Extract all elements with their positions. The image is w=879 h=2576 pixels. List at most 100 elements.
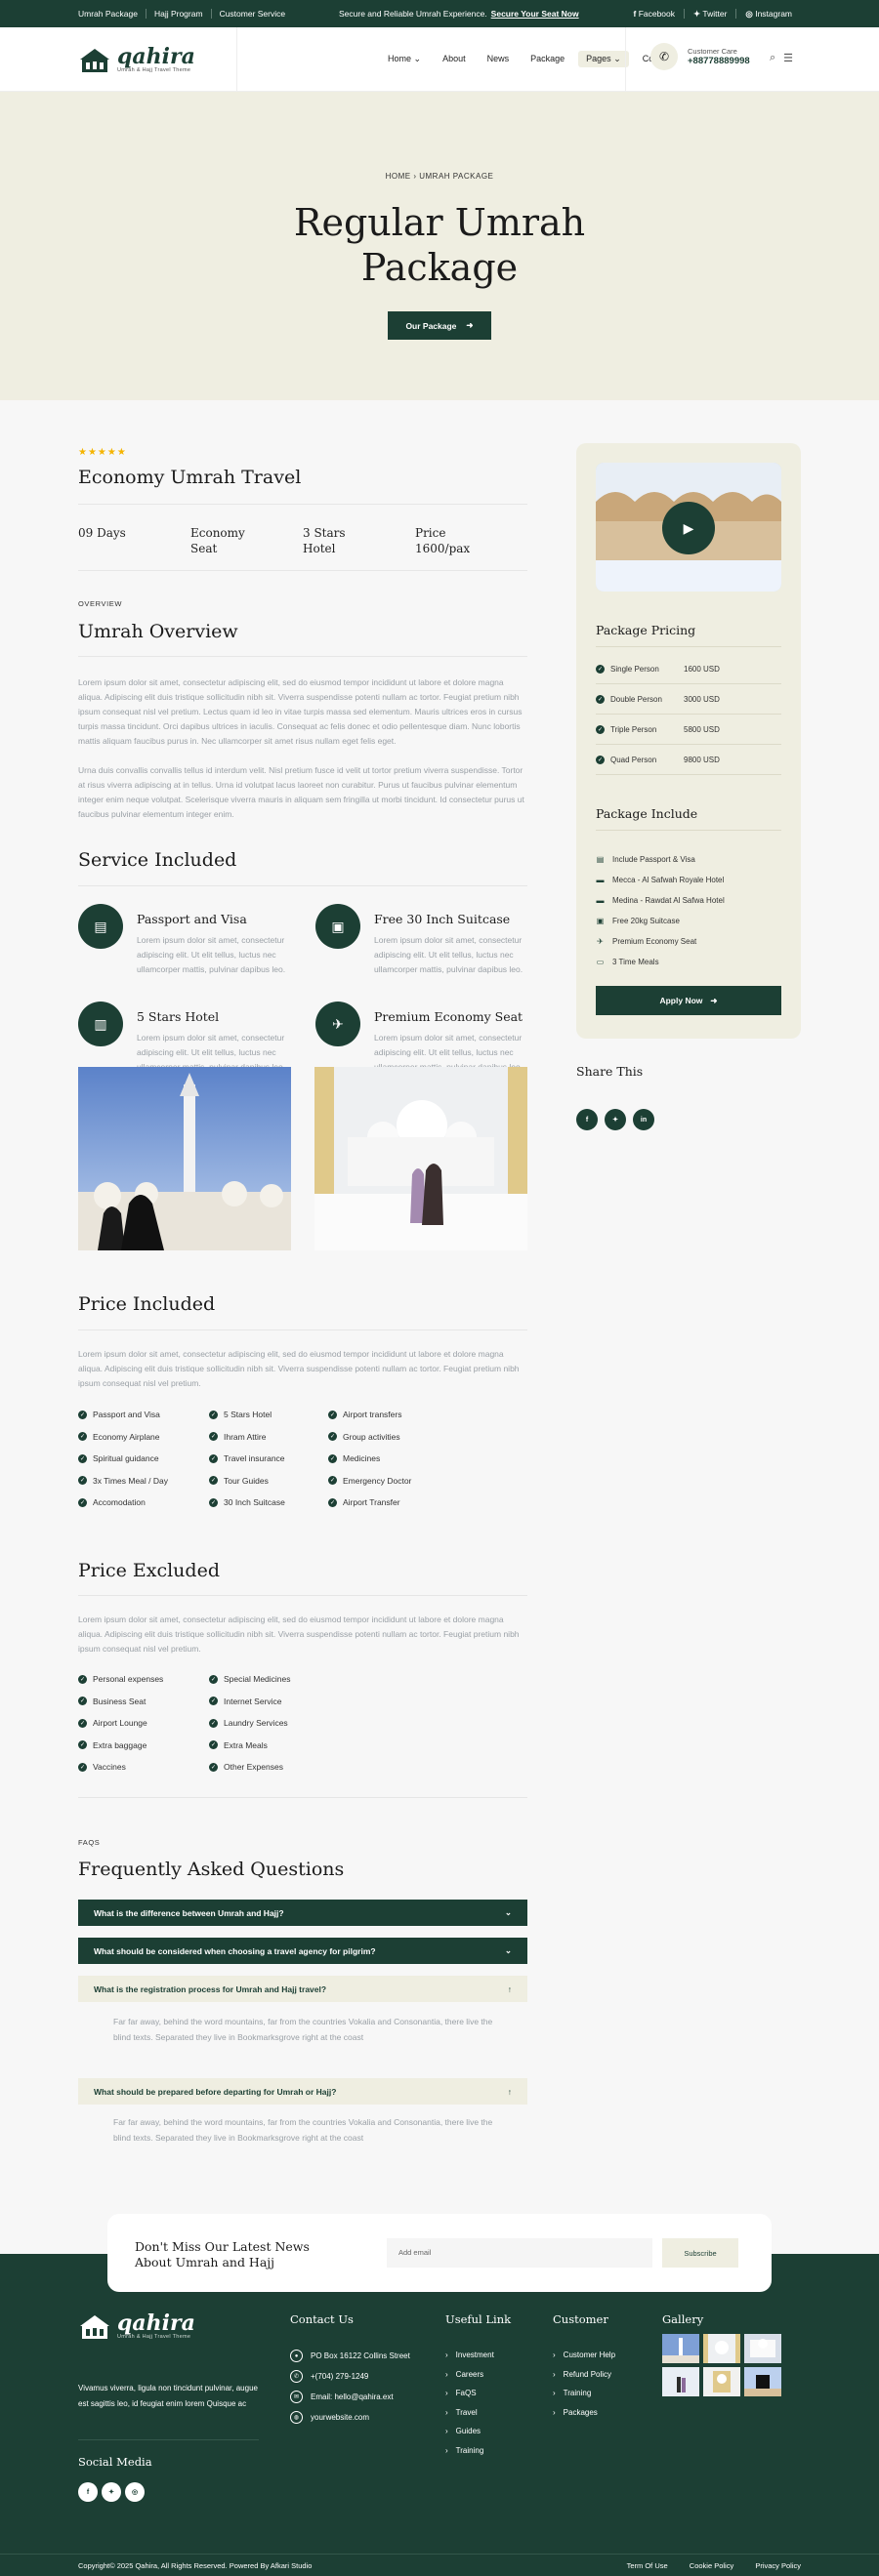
menu-icon[interactable]: ☰ bbox=[783, 52, 793, 64]
customer-care[interactable]: ✆ Customer Care +88778889998 bbox=[650, 43, 750, 70]
chevron-down-icon: ⌄ bbox=[504, 1945, 512, 1955]
terms-link[interactable]: Term Of Use bbox=[627, 2561, 668, 2570]
privacy-link[interactable]: Privacy Policy bbox=[755, 2561, 801, 2570]
divider bbox=[78, 570, 527, 571]
logo[interactable]: qahira Umrah & Hajj Travel Theme bbox=[78, 46, 239, 73]
list-item: ✓ Extra baggage bbox=[78, 1739, 147, 1750]
search-icon[interactable]: ⌕ bbox=[770, 52, 775, 64]
meal-icon: ▭ bbox=[596, 958, 605, 966]
our-package-button[interactable]: Our Package ➜ bbox=[388, 311, 491, 340]
subscribe-button[interactable]: Subscribe bbox=[662, 2238, 738, 2268]
divider bbox=[596, 830, 781, 831]
list-item: ✓ Economy Airplane bbox=[78, 1431, 160, 1442]
faq-item-1[interactable]: What is the difference between Umrah and… bbox=[78, 1900, 527, 1926]
gallery-image[interactable] bbox=[662, 2367, 699, 2396]
twitter-icon[interactable]: ✦ bbox=[102, 2482, 121, 2502]
mosque-photo bbox=[78, 1067, 291, 1250]
check-icon: ✓ bbox=[209, 1762, 218, 1772]
top-link-service[interactable]: Customer Service bbox=[212, 9, 294, 19]
footer-link[interactable]: › Travel bbox=[445, 2403, 511, 2423]
divider bbox=[78, 1797, 527, 1798]
share-facebook-icon[interactable]: f bbox=[576, 1109, 598, 1130]
facebook-icon[interactable]: f bbox=[78, 2482, 98, 2502]
footer-link[interactable]: › Training bbox=[445, 2441, 511, 2461]
include-title: Package Include bbox=[596, 806, 698, 821]
top-link-umrah[interactable]: Umrah Package bbox=[78, 9, 146, 19]
list-item: ✓ Airport Lounge bbox=[78, 1718, 147, 1729]
copyright: Copyright© 2025 Qahira, All Rights Reser… bbox=[78, 2560, 313, 2570]
footer-link[interactable]: › Guides bbox=[445, 2422, 511, 2441]
instagram-link[interactable]: ◎ Instagram bbox=[735, 8, 801, 19]
cookie-link[interactable]: Cookie Policy bbox=[690, 2561, 733, 2570]
check-icon: ✓ bbox=[328, 1453, 337, 1463]
nav-news[interactable]: News bbox=[487, 54, 510, 64]
gallery-image[interactable] bbox=[662, 2334, 699, 2363]
instagram-icon[interactable]: ◎ bbox=[125, 2482, 145, 2502]
meta-seat: Economy Seat bbox=[190, 526, 245, 555]
meta-price: Price 1600/pax bbox=[415, 526, 471, 555]
footer-link[interactable]: › Training bbox=[553, 2384, 615, 2403]
footer-link[interactable]: › Investment bbox=[445, 2346, 511, 2365]
facebook-link[interactable]: f Facebook bbox=[624, 9, 684, 19]
gallery-image[interactable] bbox=[703, 2334, 740, 2363]
footer-link[interactable]: › Packages bbox=[553, 2403, 615, 2423]
list-item: ✓ 3x Times Meal / Day bbox=[78, 1475, 168, 1486]
faq-item-2[interactable]: What should be considered when choosing … bbox=[78, 1938, 527, 1964]
gallery-image[interactable] bbox=[703, 2367, 740, 2396]
nav-pages[interactable]: Pages ⌄ bbox=[578, 51, 629, 67]
bottom-links: Term Of Use Cookie Policy Privacy Policy bbox=[607, 2561, 801, 2570]
bed-icon: ▬ bbox=[596, 896, 605, 905]
check-icon: ✓ bbox=[78, 1718, 87, 1728]
apply-now-button[interactable]: Apply Now ➜ bbox=[596, 986, 781, 1015]
newsletter: Don't Miss Our Latest News About Umrah an… bbox=[107, 2214, 772, 2292]
gallery-image[interactable] bbox=[744, 2334, 781, 2363]
overview-label: OVERVIEW bbox=[78, 599, 123, 608]
location-icon: ● bbox=[290, 2350, 303, 2362]
nav-about[interactable]: About bbox=[442, 54, 466, 64]
play-icon[interactable]: ▶ bbox=[662, 502, 715, 554]
video-thumbnail[interactable]: ▶ bbox=[596, 463, 781, 592]
rating-stars: ★★★★★ bbox=[78, 447, 127, 458]
package-title: Economy Umrah Travel bbox=[78, 467, 302, 488]
footer-link[interactable]: › FaQS bbox=[445, 2384, 511, 2403]
faq-item-4[interactable]: What should be prepared before departing… bbox=[78, 2078, 527, 2105]
footer-logo[interactable]: qahira Umrah & Hajj Travel Theme bbox=[78, 2312, 239, 2340]
page-title: Regular Umrah Package bbox=[293, 201, 586, 289]
include-row: ▬ Medina - Rawdat Al Safwa Hotel bbox=[596, 896, 725, 905]
include-row: ✈ Premium Economy Seat bbox=[597, 937, 697, 946]
nav-package[interactable]: Package bbox=[530, 54, 565, 64]
top-bar: Umrah Package Hajj Program Customer Servic… bbox=[0, 0, 879, 27]
share-linkedin-icon[interactable]: in bbox=[633, 1109, 654, 1130]
list-item: ✓ Laundry Services bbox=[209, 1718, 288, 1729]
list-item: ✓ Other Expenses bbox=[209, 1762, 283, 1773]
included-list: ✓ Airport transfers ✓ Group activities ✓ Me… bbox=[328, 1404, 411, 1514]
nav-home[interactable]: Home ⌄ bbox=[388, 54, 421, 64]
chevron-down-icon: ⌄ bbox=[613, 54, 621, 63]
meta-hotel: 3 Stars Hotel bbox=[303, 526, 346, 555]
gallery-image[interactable] bbox=[744, 2367, 781, 2396]
footer-link[interactable]: › Refund Policy bbox=[553, 2365, 615, 2385]
price-row: ✓ Quad Person 9800 USD bbox=[596, 745, 781, 775]
promo-link[interactable]: Secure Your Seat Now bbox=[491, 9, 579, 19]
check-icon: ✓ bbox=[328, 1476, 337, 1486]
faq-label: FAQS bbox=[78, 1838, 101, 1847]
main-nav: Home ⌄ About News Package Pages ⌄ Contac… bbox=[388, 51, 673, 67]
newsletter-title: Don't Miss Our Latest News About Umrah an… bbox=[135, 2239, 310, 2269]
logo-name: qahira bbox=[117, 43, 195, 69]
logo-name: qahira bbox=[117, 2310, 195, 2336]
top-link-hajj[interactable]: Hajj Program bbox=[146, 9, 212, 19]
care-label: Customer Care bbox=[688, 47, 737, 56]
excluded-list: ✓ Special Medicines ✓ Internet Service ✓ La… bbox=[209, 1668, 291, 1779]
contact-address: ● PO Box 16122 Collins Street bbox=[290, 2346, 410, 2366]
passport-icon: ▤ bbox=[596, 855, 605, 864]
meta-days: 09 Days bbox=[78, 526, 126, 540]
faq-item-3[interactable]: What is the registration process for Umr… bbox=[78, 1976, 527, 2002]
footer-link[interactable]: › Careers bbox=[445, 2365, 511, 2385]
footer-link[interactable]: › Customer Help bbox=[553, 2346, 615, 2365]
check-icon: ✓ bbox=[328, 1410, 337, 1419]
hotel-icon: ▥ bbox=[78, 1002, 123, 1046]
share-twitter-icon[interactable]: ✦ bbox=[605, 1109, 626, 1130]
email-input[interactable]: Add email bbox=[387, 2238, 652, 2268]
footer-useful: Useful Link › Investment › Careers › FaQS ›… bbox=[445, 2312, 511, 2460]
twitter-link[interactable]: ✦ Twitter bbox=[684, 8, 736, 19]
